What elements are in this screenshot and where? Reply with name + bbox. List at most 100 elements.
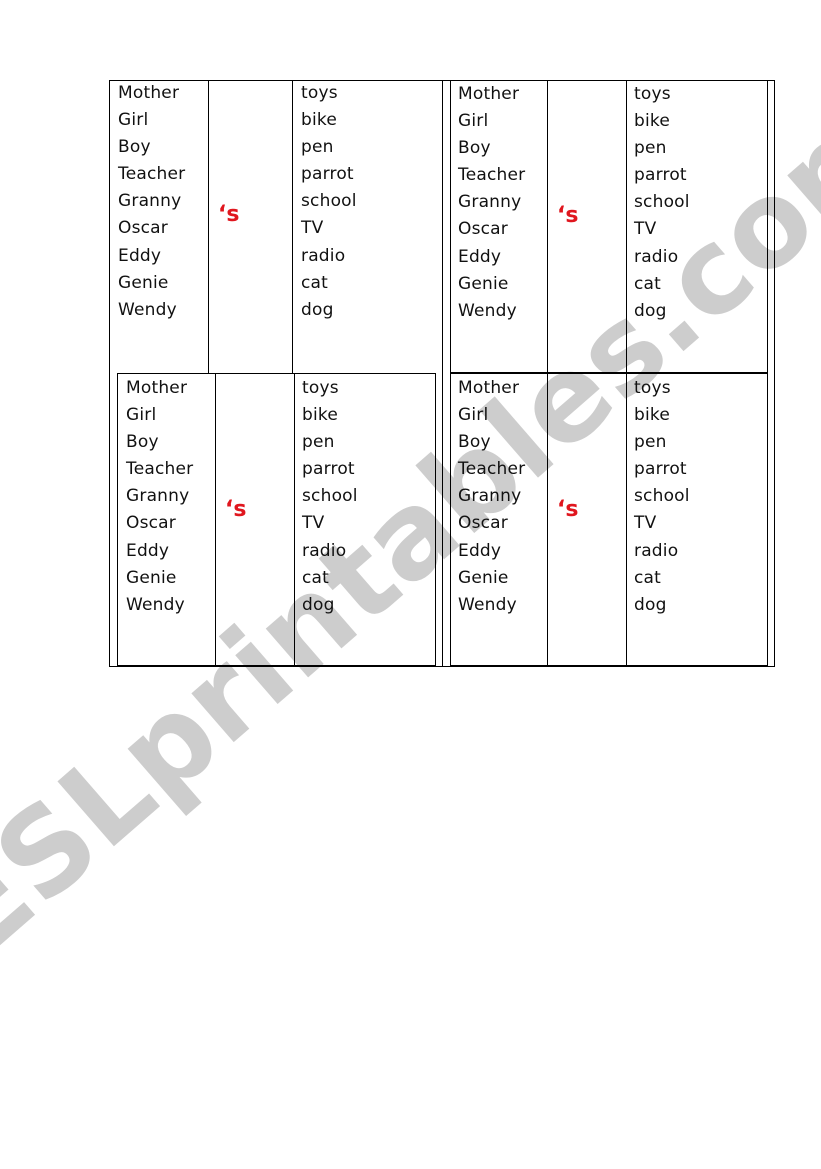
- subject-item: Eddy: [126, 540, 170, 561]
- subject-item: Wendy: [118, 299, 177, 320]
- card3-border-bottom: [117, 665, 436, 667]
- subject-list: Mother Girl Boy Teacher Granny Oscar Edd…: [458, 375, 525, 619]
- card1-col-divider-1: [208, 80, 209, 373]
- subject-item: Boy: [126, 432, 159, 453]
- subject-item: Oscar: [458, 219, 508, 240]
- subject-item: Mother: [458, 378, 520, 398]
- object-item: pen: [301, 137, 334, 158]
- object-item: toys: [634, 378, 671, 398]
- object-list: toys bike pen parrot school TV radio cat…: [634, 81, 690, 325]
- subject-item: Mother: [458, 84, 520, 104]
- divider-middle-1: [442, 80, 443, 667]
- object-list: toys bike pen parrot school TV radio cat…: [302, 375, 358, 619]
- subject-item: Granny: [458, 486, 522, 507]
- object-item: TV: [302, 513, 325, 534]
- object-item: bike: [302, 405, 339, 426]
- card2-col-divider-2: [626, 80, 627, 373]
- subject-item: Mother: [118, 83, 180, 103]
- subject-item: Wendy: [458, 300, 517, 321]
- possessive-marker: ‘s: [557, 203, 579, 228]
- subject-item: Boy: [118, 137, 151, 158]
- subject-item: Teacher: [118, 164, 186, 185]
- possessive-marker: ‘s: [225, 497, 247, 522]
- object-item: bike: [301, 110, 338, 131]
- subject-item: Granny: [458, 192, 522, 213]
- object-item: cat: [301, 272, 329, 293]
- object-item: toys: [301, 83, 338, 103]
- worksheet-page: ESLprintables.com Mother Girl Boy Teache…: [0, 0, 821, 1169]
- object-item: pen: [634, 432, 667, 453]
- object-item: school: [634, 192, 690, 213]
- card4-border-bottom: [450, 665, 768, 667]
- subject-item: Mother: [126, 378, 188, 398]
- object-item: parrot: [302, 459, 355, 480]
- object-item: parrot: [634, 165, 687, 186]
- border-right: [774, 80, 775, 667]
- subject-item: Teacher: [458, 165, 526, 186]
- row-divider-right: [450, 372, 768, 374]
- possessive-marker: ‘s: [557, 497, 579, 522]
- subject-item: Teacher: [458, 459, 526, 480]
- divider-middle-3: [435, 373, 436, 667]
- subject-item: Oscar: [126, 513, 176, 534]
- subject-item: Girl: [118, 110, 149, 131]
- subject-item: Genie: [458, 273, 509, 294]
- subject-item: Eddy: [118, 245, 162, 266]
- subject-item: Eddy: [458, 246, 502, 267]
- object-item: TV: [634, 219, 657, 240]
- object-item: radio: [634, 540, 679, 561]
- subject-item: Wendy: [458, 594, 517, 615]
- object-item: school: [302, 486, 358, 507]
- subject-item: Boy: [458, 138, 491, 159]
- subject-item: Eddy: [458, 540, 502, 561]
- card3-border-left: [117, 373, 118, 667]
- subject-item: Genie: [118, 272, 169, 293]
- object-item: pen: [302, 432, 335, 453]
- card3-col-divider-1: [215, 373, 216, 667]
- subject-item: Boy: [458, 432, 491, 453]
- object-item: toys: [302, 378, 339, 398]
- object-item: dog: [301, 299, 334, 320]
- object-item: school: [301, 191, 357, 212]
- object-item: bike: [634, 405, 671, 426]
- subject-item: Oscar: [458, 513, 508, 534]
- subject-item: Genie: [458, 567, 509, 588]
- object-item: parrot: [634, 459, 687, 480]
- object-item: radio: [302, 540, 347, 561]
- subject-item: Girl: [458, 405, 489, 426]
- row-divider-left: [117, 373, 436, 374]
- object-item: pen: [634, 138, 667, 159]
- object-item: cat: [634, 273, 662, 294]
- card1-col-divider-2: [292, 80, 293, 373]
- subject-item: Girl: [126, 405, 157, 426]
- subject-item: Granny: [126, 486, 190, 507]
- object-item: TV: [301, 218, 324, 239]
- subject-list: Mother Girl Boy Teacher Granny Oscar Edd…: [118, 80, 185, 324]
- object-list: toys bike pen parrot school TV radio cat…: [634, 375, 690, 619]
- object-item: parrot: [301, 164, 354, 185]
- object-list: toys bike pen parrot school TV radio cat…: [301, 80, 357, 324]
- card2-col-divider-1: [547, 80, 548, 373]
- object-item: TV: [634, 513, 657, 534]
- subject-item: Oscar: [118, 218, 168, 239]
- object-item: radio: [301, 245, 346, 266]
- card4-col-divider-1: [547, 373, 548, 667]
- object-item: dog: [634, 300, 667, 321]
- object-item: cat: [302, 567, 330, 588]
- subject-item: Teacher: [126, 459, 194, 480]
- object-item: radio: [634, 246, 679, 267]
- card4-col-divider-2: [626, 373, 627, 667]
- object-item: dog: [634, 594, 667, 615]
- subject-item: Wendy: [126, 594, 185, 615]
- object-item: toys: [634, 84, 671, 104]
- subject-item: Genie: [126, 567, 177, 588]
- object-item: cat: [634, 567, 662, 588]
- subject-list: Mother Girl Boy Teacher Granny Oscar Edd…: [126, 375, 193, 619]
- object-item: bike: [634, 111, 671, 132]
- possessive-marker: ‘s: [218, 202, 240, 227]
- object-item: dog: [302, 594, 335, 615]
- object-item: school: [634, 486, 690, 507]
- border-left: [109, 80, 110, 667]
- card3-col-divider-2: [294, 373, 295, 667]
- subject-item: Granny: [118, 191, 182, 212]
